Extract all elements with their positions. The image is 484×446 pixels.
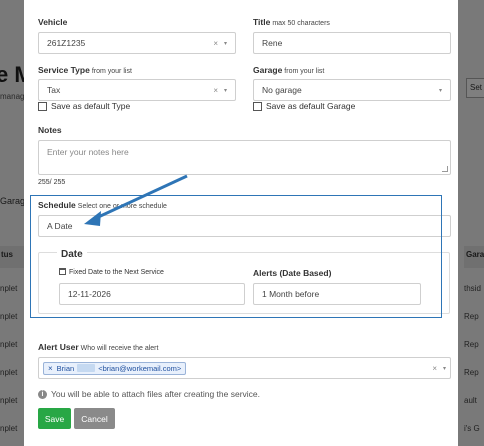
redacted-surname	[77, 364, 96, 372]
user-tag[interactable]: × Brian <brian@workemail.com>	[43, 361, 187, 375]
save-default-garage-label: Save as default Garage	[266, 101, 356, 111]
vehicle-label: Vehicle	[38, 17, 68, 27]
chevron-down-icon: ▾	[438, 87, 442, 94]
checkbox-box[interactable]	[38, 101, 47, 111]
notes-placeholder: Enter your notes here	[47, 147, 129, 157]
user-tag-name: Brian	[56, 363, 75, 373]
alert-user-label: Alert User Who will receive the alert	[38, 342, 159, 352]
chevron-down-icon: ▾	[223, 87, 227, 94]
notes-label: Notes	[38, 125, 62, 135]
clear-icon[interactable]: ×	[213, 86, 218, 95]
service-modal: Vehicle 261Z1235 × ▾ Title max 50 charact…	[24, 0, 458, 446]
service-type-value: Tax	[47, 85, 61, 95]
title-value: Rene	[262, 38, 283, 48]
attach-files-info-text: You will be able to attach files after c…	[51, 389, 260, 399]
service-type-label: Service Type from your list	[38, 65, 132, 75]
resize-handle-icon[interactable]	[442, 166, 448, 172]
garage-label: Garage from your list	[253, 65, 325, 75]
alert-user-tags: × Brian <brian@workemail.com>	[43, 361, 428, 375]
user-tag-email: <brian@workemail.com>	[98, 363, 182, 373]
save-default-type-label: Save as default Type	[51, 101, 131, 111]
notes-textarea[interactable]: Enter your notes here	[38, 140, 451, 175]
title-input[interactable]: Rene	[253, 32, 451, 54]
remove-tag-icon[interactable]: ×	[48, 364, 53, 373]
service-type-select[interactable]: Tax × ▾	[38, 79, 236, 101]
clear-icon[interactable]: ×	[432, 364, 437, 373]
save-button[interactable]: Save	[38, 408, 71, 429]
info-icon: i	[38, 389, 47, 399]
title-label: Title max 50 characters	[253, 17, 330, 27]
garage-select[interactable]: No garage ▾	[253, 79, 451, 101]
vehicle-value: 261Z1235	[47, 38, 86, 48]
vehicle-select[interactable]: 261Z1235 × ▾	[38, 32, 236, 54]
garage-value: No garage	[262, 85, 302, 95]
alert-user-select[interactable]: × Brian <brian@workemail.com> × ▾	[38, 357, 451, 379]
save-default-type-checkbox[interactable]: Save as default Type	[38, 101, 130, 111]
notes-character-counter: 255/ 255	[38, 179, 66, 186]
chevron-down-icon: ▾	[442, 365, 446, 372]
clear-icon[interactable]: ×	[213, 39, 218, 48]
attach-files-info: i You will be able to attach files after…	[38, 389, 260, 399]
cancel-button[interactable]: Cancel	[74, 408, 115, 429]
save-default-garage-checkbox[interactable]: Save as default Garage	[253, 101, 355, 111]
chevron-down-icon: ▾	[223, 40, 227, 47]
checkbox-box[interactable]	[253, 101, 262, 111]
annotation-highlight-box	[30, 195, 442, 318]
